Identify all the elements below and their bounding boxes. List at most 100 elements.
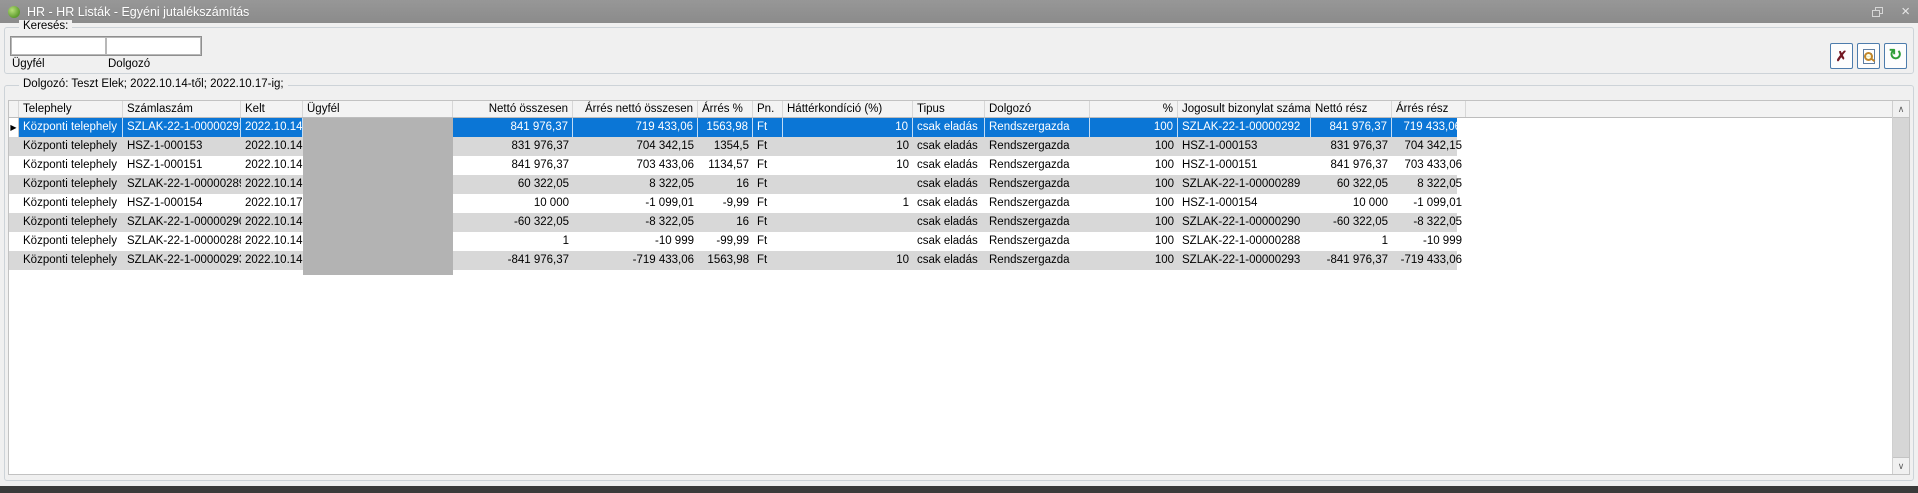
cell-szamlaszam[interactable]: HSZ-1-000151 (123, 156, 241, 175)
cell-netto-osszesen[interactable]: 841 976,37 (453, 118, 573, 137)
cell-netto-osszesen[interactable]: -841 976,37 (453, 251, 573, 270)
cell-arres-szazalek[interactable]: 16 (698, 213, 753, 232)
cell-arres-resz[interactable]: 719 433,06 (1392, 118, 1466, 137)
cell-ugyfel[interactable] (303, 118, 453, 137)
cell-hatterkondicio[interactable]: 10 (783, 156, 913, 175)
cell-ugyfel[interactable] (303, 194, 453, 213)
cell-arres-netto-osszesen[interactable]: -10 999 (573, 232, 698, 251)
customer-search-input[interactable] (11, 37, 106, 55)
table-row[interactable]: Központi telephelySZLAK-22-1-00000289202… (9, 175, 1457, 194)
cell-szamlaszam[interactable]: SZLAK-22-1-00000290 (123, 213, 241, 232)
restore-window-icon[interactable] (1872, 7, 1883, 17)
cell-arres-szazalek[interactable]: 16 (698, 175, 753, 194)
cell-arres-resz[interactable]: 703 433,06 (1392, 156, 1466, 175)
cell-tipus[interactable]: csak eladás (913, 194, 985, 213)
cell-arres-szazalek[interactable]: -9,99 (698, 194, 753, 213)
cell-telephely[interactable]: Központi telephely (19, 156, 123, 175)
cell-arres-netto-osszesen[interactable]: -719 433,06 (573, 251, 698, 270)
cell-netto-osszesen[interactable]: 831 976,37 (453, 137, 573, 156)
cell-arres-resz[interactable]: -10 999 (1392, 232, 1466, 251)
cell-tipus[interactable]: csak eladás (913, 251, 985, 270)
cell-hatterkondicio[interactable]: 10 (783, 118, 913, 137)
cell-szamlaszam[interactable]: SZLAK-22-1-00000292 (123, 118, 241, 137)
cell-telephely[interactable]: Központi telephely (19, 118, 123, 137)
cell-jogosult-bizonylat-szama[interactable]: SZLAK-22-1-00000290 (1178, 213, 1311, 232)
cell-szazalek[interactable]: 100 (1090, 232, 1178, 251)
table-row[interactable]: Központi telephelySZLAK-22-1-00000293202… (9, 251, 1457, 270)
cell-szazalek[interactable]: 100 (1090, 156, 1178, 175)
cell-szazalek[interactable]: 100 (1090, 137, 1178, 156)
table-row[interactable]: Központi telephelyHSZ-1-0001542022.10.17… (9, 194, 1457, 213)
refresh-button[interactable]: ↻ (1884, 43, 1907, 69)
cell-jogosult-bizonylat-szama[interactable]: SZLAK-22-1-00000292 (1178, 118, 1311, 137)
cell-telephely[interactable]: Központi telephely (19, 194, 123, 213)
cell-szamlaszam[interactable]: SZLAK-22-1-00000288 (123, 232, 241, 251)
cell-dolgozo[interactable]: Rendszergazda (985, 137, 1090, 156)
cell-ugyfel[interactable] (303, 137, 453, 156)
cell-tipus[interactable]: csak eladás (913, 232, 985, 251)
cell-szamlaszam[interactable]: HSZ-1-000153 (123, 137, 241, 156)
cell-szamlaszam[interactable]: SZLAK-22-1-00000289 (123, 175, 241, 194)
cell-arres-resz[interactable]: 8 322,05 (1392, 175, 1466, 194)
cell-arres-netto-osszesen[interactable]: 8 322,05 (573, 175, 698, 194)
cell-ugyfel[interactable] (303, 156, 453, 175)
cell-pn[interactable]: Ft (753, 213, 783, 232)
cell-arres-resz[interactable]: 704 342,15 (1392, 137, 1466, 156)
cell-ugyfel[interactable] (303, 175, 453, 194)
table-row[interactable]: Központi telephelySZLAK-22-1-00000288202… (9, 232, 1457, 251)
cell-telephely[interactable]: Központi telephely (19, 137, 123, 156)
column-header-arres-resz[interactable]: Árrés rész (1392, 101, 1466, 117)
column-header-arres-netto-osszesen[interactable]: Árrés nettó összesen (573, 101, 698, 117)
cell-netto-resz[interactable]: 841 976,37 (1311, 156, 1392, 175)
cell-arres-netto-osszesen[interactable]: -1 099,01 (573, 194, 698, 213)
cell-netto-osszesen[interactable]: 1 (453, 232, 573, 251)
cell-pn[interactable]: Ft (753, 175, 783, 194)
vertical-scrollbar[interactable]: ∧ ∨ (1892, 101, 1909, 474)
cell-tipus[interactable]: csak eladás (913, 213, 985, 232)
cell-tipus[interactable]: csak eladás (913, 137, 985, 156)
cell-netto-osszesen[interactable]: 60 322,05 (453, 175, 573, 194)
print-preview-button[interactable] (1857, 43, 1880, 69)
cell-dolgozo[interactable]: Rendszergazda (985, 232, 1090, 251)
table-row[interactable]: Központi telephelyHSZ-1-0001532022.10.14… (9, 137, 1457, 156)
cell-kelt[interactable]: 2022.10.14 (241, 175, 303, 194)
column-header-tipus[interactable]: Tipus (913, 101, 985, 117)
cell-netto-resz[interactable]: -841 976,37 (1311, 251, 1392, 270)
column-header-szazalek[interactable]: % (1090, 101, 1178, 117)
cell-hatterkondicio[interactable] (783, 175, 913, 194)
table-row[interactable]: Központi telephelySZLAK-22-1-00000290202… (9, 213, 1457, 232)
cell-szazalek[interactable]: 100 (1090, 175, 1178, 194)
column-header-ugyfel[interactable]: Ügyfél (303, 101, 453, 117)
cell-netto-resz[interactable]: 1 (1311, 232, 1392, 251)
cell-hatterkondicio[interactable]: 10 (783, 137, 913, 156)
cell-kelt[interactable]: 2022.10.14 (241, 118, 303, 137)
cell-netto-resz[interactable]: 60 322,05 (1311, 175, 1392, 194)
cell-pn[interactable]: Ft (753, 194, 783, 213)
cell-pn[interactable]: Ft (753, 232, 783, 251)
cell-kelt[interactable]: 2022.10.14 (241, 156, 303, 175)
cell-dolgozo[interactable]: Rendszergazda (985, 213, 1090, 232)
scroll-up-button[interactable]: ∧ (1893, 101, 1909, 118)
cell-hatterkondicio[interactable]: 1 (783, 194, 913, 213)
cell-arres-resz[interactable]: -8 322,05 (1392, 213, 1466, 232)
cell-arres-netto-osszesen[interactable]: -8 322,05 (573, 213, 698, 232)
cell-ugyfel[interactable] (303, 213, 453, 232)
cell-arres-szazalek[interactable]: 1134,57 (698, 156, 753, 175)
cell-pn[interactable]: Ft (753, 137, 783, 156)
cell-kelt[interactable]: 2022.10.14 (241, 251, 303, 270)
column-header-pn[interactable]: Pn. (753, 101, 783, 117)
cell-tipus[interactable]: csak eladás (913, 156, 985, 175)
cell-arres-szazalek[interactable]: 1563,98 (698, 118, 753, 137)
cell-dolgozo[interactable]: Rendszergazda (985, 156, 1090, 175)
cell-szazalek[interactable]: 100 (1090, 118, 1178, 137)
cell-arres-netto-osszesen[interactable]: 704 342,15 (573, 137, 698, 156)
cell-dolgozo[interactable]: Rendszergazda (985, 175, 1090, 194)
cell-pn[interactable]: Ft (753, 251, 783, 270)
cell-szamlaszam[interactable]: HSZ-1-000154 (123, 194, 241, 213)
cell-kelt[interactable]: 2022.10.14 (241, 137, 303, 156)
column-header-arres-szazalek[interactable]: Árrés % (698, 101, 753, 117)
cell-kelt[interactable]: 2022.10.17 (241, 194, 303, 213)
cell-netto-resz[interactable]: 831 976,37 (1311, 137, 1392, 156)
column-header-netto-resz[interactable]: Nettó rész (1311, 101, 1392, 117)
column-header-telephely[interactable]: Telephely (19, 101, 123, 117)
